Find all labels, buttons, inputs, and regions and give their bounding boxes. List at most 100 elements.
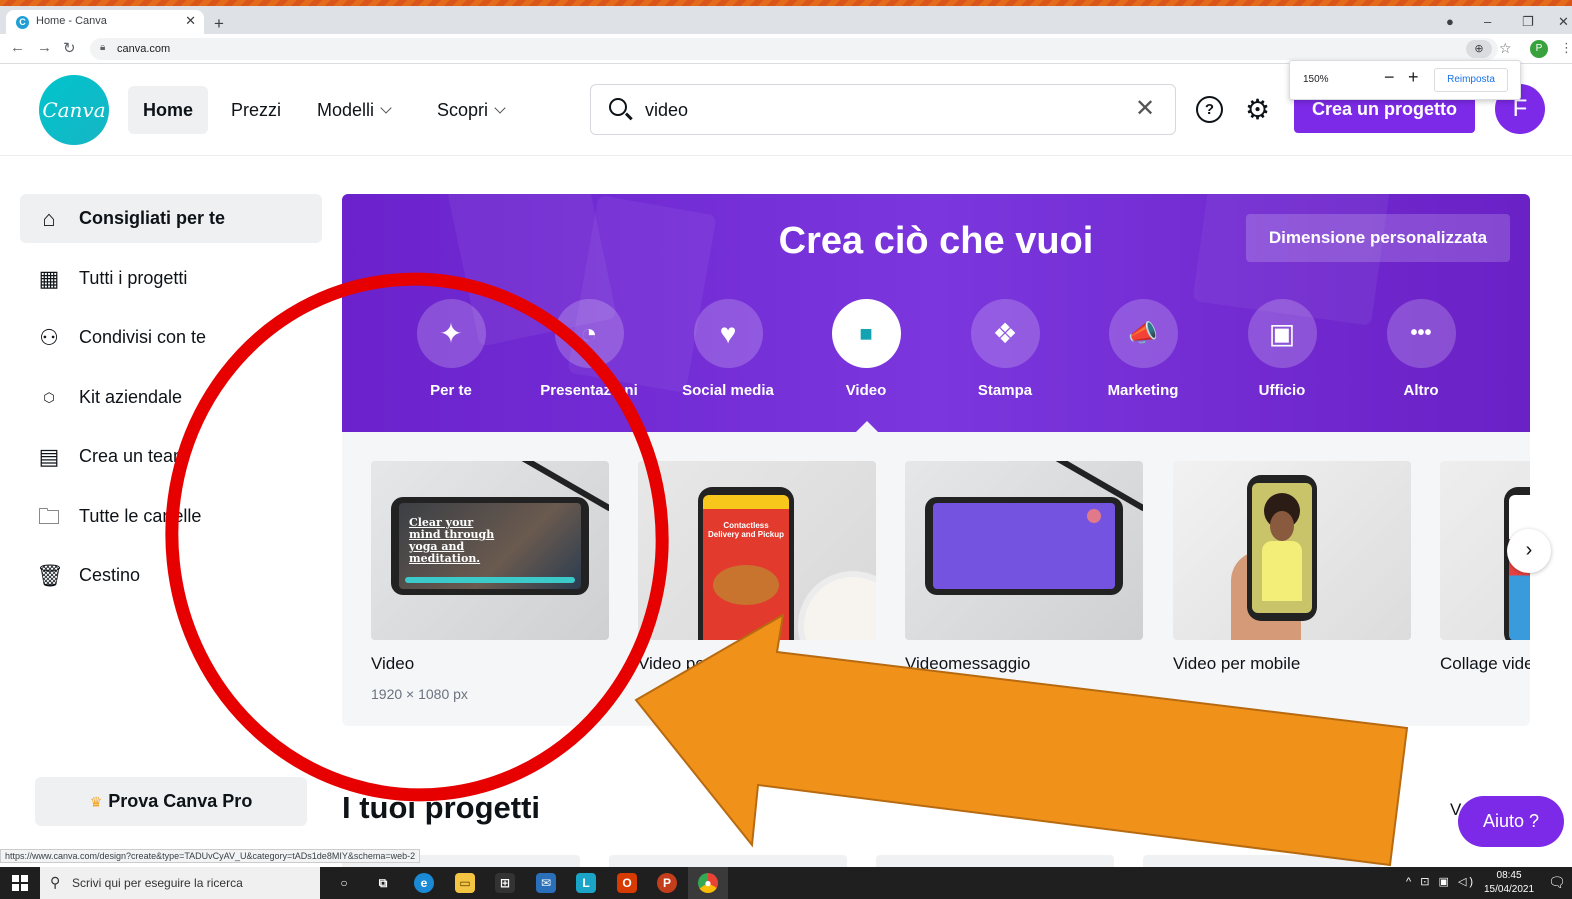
- person-face-illustration: [1270, 511, 1294, 541]
- sidebar-item-cartelle[interactable]: 🗀 Tutte le cartelle: [20, 492, 322, 541]
- more-icon: •••: [1386, 299, 1456, 368]
- nav-scopri-label: Scopri: [437, 100, 489, 120]
- nav-home[interactable]: Home: [128, 86, 209, 134]
- nav-scopri[interactable]: Scopri: [422, 86, 519, 134]
- shared-users-icon: ⚇: [39, 325, 59, 350]
- tablet-screen: [933, 503, 1115, 589]
- phone-screen: [1252, 483, 1312, 613]
- taskbar-search[interactable]: ⚲ Scrivi qui per eseguire la ricerca: [40, 867, 320, 899]
- l-app-icon[interactable]: L: [576, 873, 596, 893]
- sidebar-item-label: Condivisi con te: [79, 327, 207, 347]
- gear-icon[interactable]: ⚙: [1245, 93, 1270, 126]
- food-illustration: [713, 565, 779, 605]
- project-card-placeholder[interactable]: [609, 855, 847, 867]
- project-card-placeholder[interactable]: [876, 855, 1114, 867]
- url-field[interactable]: 🔒︎ canva.com: [90, 38, 1498, 60]
- restore-icon[interactable]: ❐: [1522, 14, 1534, 30]
- category-altro[interactable]: ••• Altro: [1361, 299, 1481, 399]
- system-tray-icons[interactable]: ^ ⊡ ▣ ◁): [1406, 875, 1476, 888]
- mail-icon[interactable]: ✉: [536, 873, 556, 893]
- template-card-video-instagram[interactable]: Contactless Delivery and Pickup Video pe…: [638, 461, 876, 674]
- search-input[interactable]: [645, 95, 1125, 125]
- sidebar-item-crea-team[interactable]: ▤ Crea un team: [20, 432, 322, 481]
- reload-icon[interactable]: ↻: [63, 39, 76, 57]
- zoom-in-button[interactable]: +: [1408, 67, 1419, 88]
- bookmark-star-icon[interactable]: ☆: [1499, 40, 1512, 57]
- task-view-icon[interactable]: ⧉: [373, 873, 393, 893]
- zoom-reset-button[interactable]: Reimposta: [1434, 68, 1508, 92]
- category-label: Altro: [1403, 382, 1439, 399]
- forward-arrow-icon[interactable]: →: [37, 39, 52, 56]
- zoom-out-button[interactable]: −: [1384, 67, 1395, 88]
- try-canva-pro-button[interactable]: ♛ Prova Canva Pro: [35, 777, 307, 826]
- browser-tab[interactable]: C Home - Canva ✕: [6, 10, 204, 34]
- clear-search-icon[interactable]: ✕: [1135, 94, 1155, 123]
- browser-profile-menu-icon[interactable]: ●: [1446, 14, 1454, 29]
- sidebar-item-tutti-i-progetti[interactable]: ▦ Tutti i progetti: [20, 254, 322, 303]
- template-card-video[interactable]: Clear your mind through yoga and meditat…: [371, 461, 609, 702]
- category-presentazioni[interactable]: ◔ Presentazioni: [529, 299, 649, 399]
- category-per-te[interactable]: ✦ Per te: [391, 299, 511, 399]
- megaphone-icon: 📣: [1108, 299, 1178, 368]
- sidebar-item-condivisi[interactable]: ⚇ Condivisi con te: [20, 313, 322, 362]
- tablet-screen: Clear your mind through yoga and meditat…: [399, 503, 581, 589]
- brand-kit-icon: ⬡: [43, 390, 55, 405]
- template-name: Collage video: [1440, 654, 1530, 673]
- powerpoint-icon[interactable]: P: [657, 873, 677, 893]
- sidebar-item-label: Tutte le cartelle: [79, 506, 202, 526]
- zoom-indicator-icon[interactable]: ⊕: [1466, 40, 1492, 58]
- category-stampa[interactable]: ❖ Stampa: [945, 299, 1065, 399]
- project-card-placeholder[interactable]: [1143, 855, 1381, 867]
- trash-icon: 🗑︎: [36, 563, 64, 588]
- store-icon[interactable]: ⊞: [495, 873, 515, 893]
- canva-logo[interactable]: Canva: [39, 75, 109, 145]
- category-label: Presentazioni: [540, 382, 638, 399]
- nav-modelli[interactable]: Modelli: [302, 86, 405, 134]
- sidebar-item-consigliati[interactable]: ⌂ Consigliati per te: [20, 194, 322, 243]
- template-thumbnail: Contactless Delivery and Pickup: [638, 461, 876, 640]
- template-name: Video: [371, 654, 415, 673]
- carousel-next-button[interactable]: ›: [1507, 529, 1551, 573]
- browser-menu-icon[interactable]: ⋮: [1560, 40, 1572, 56]
- category-label: Social media: [682, 382, 774, 399]
- browser-profile-avatar[interactable]: P: [1530, 40, 1548, 58]
- template-thumbnail: [1173, 461, 1411, 640]
- edge-icon[interactable]: e: [414, 873, 434, 893]
- template-name: Video per mobile: [1173, 654, 1301, 673]
- windows-start-icon[interactable]: [12, 875, 28, 891]
- start-logo-tile: [12, 884, 19, 891]
- chrome-icon[interactable]: ●: [698, 873, 718, 893]
- taskbar-clock[interactable]: 08:45 15/04/2021: [1484, 869, 1534, 897]
- video-progress-bar: [405, 577, 575, 583]
- custom-size-button[interactable]: Dimensione personalizzata: [1246, 214, 1510, 262]
- new-tab-icon[interactable]: +: [214, 14, 224, 34]
- sidebar-item-cestino[interactable]: 🗑︎ Cestino: [20, 551, 322, 600]
- notification-icon[interactable]: 🗨︎: [1548, 874, 1566, 891]
- office-icon[interactable]: O: [617, 873, 637, 893]
- category-ufficio[interactable]: ▣ Ufficio: [1222, 299, 1342, 399]
- close-window-icon[interactable]: ✕: [1558, 14, 1569, 30]
- sidebar-item-label: Cestino: [79, 565, 141, 585]
- close-tab-icon[interactable]: ✕: [185, 13, 196, 29]
- help-icon[interactable]: ?: [1196, 96, 1223, 123]
- sidebar-item-kit-aziendale[interactable]: ⬡ Kit aziendale: [20, 373, 322, 422]
- back-arrow-icon[interactable]: ←: [10, 39, 25, 56]
- chevron-down-icon: [380, 102, 392, 114]
- nav-modelli-label: Modelli: [317, 100, 375, 120]
- file-explorer-icon[interactable]: ▭: [455, 873, 475, 893]
- tablet-illustration: [925, 497, 1123, 595]
- category-marketing[interactable]: 📣 Marketing: [1083, 299, 1203, 399]
- category-label: Per te: [430, 382, 472, 399]
- print-icon: ❖: [970, 299, 1040, 368]
- nav-prezzi[interactable]: Prezzi: [216, 86, 296, 134]
- start-logo-tile: [21, 875, 28, 882]
- search-bar: ✕: [590, 84, 1176, 135]
- template-card-videomessaggio[interactable]: Videomessaggio: [905, 461, 1143, 674]
- minimize-icon[interactable]: –: [1484, 14, 1491, 29]
- cortana-icon[interactable]: ○: [334, 873, 354, 893]
- template-card-video-mobile[interactable]: Video per mobile: [1173, 461, 1411, 674]
- help-chat-button[interactable]: Aiuto ?: [1458, 796, 1564, 847]
- category-video[interactable]: ■ Video: [806, 299, 926, 399]
- category-social-media[interactable]: ♥ Social media: [668, 299, 788, 399]
- zoom-level: 150%: [1303, 74, 1329, 85]
